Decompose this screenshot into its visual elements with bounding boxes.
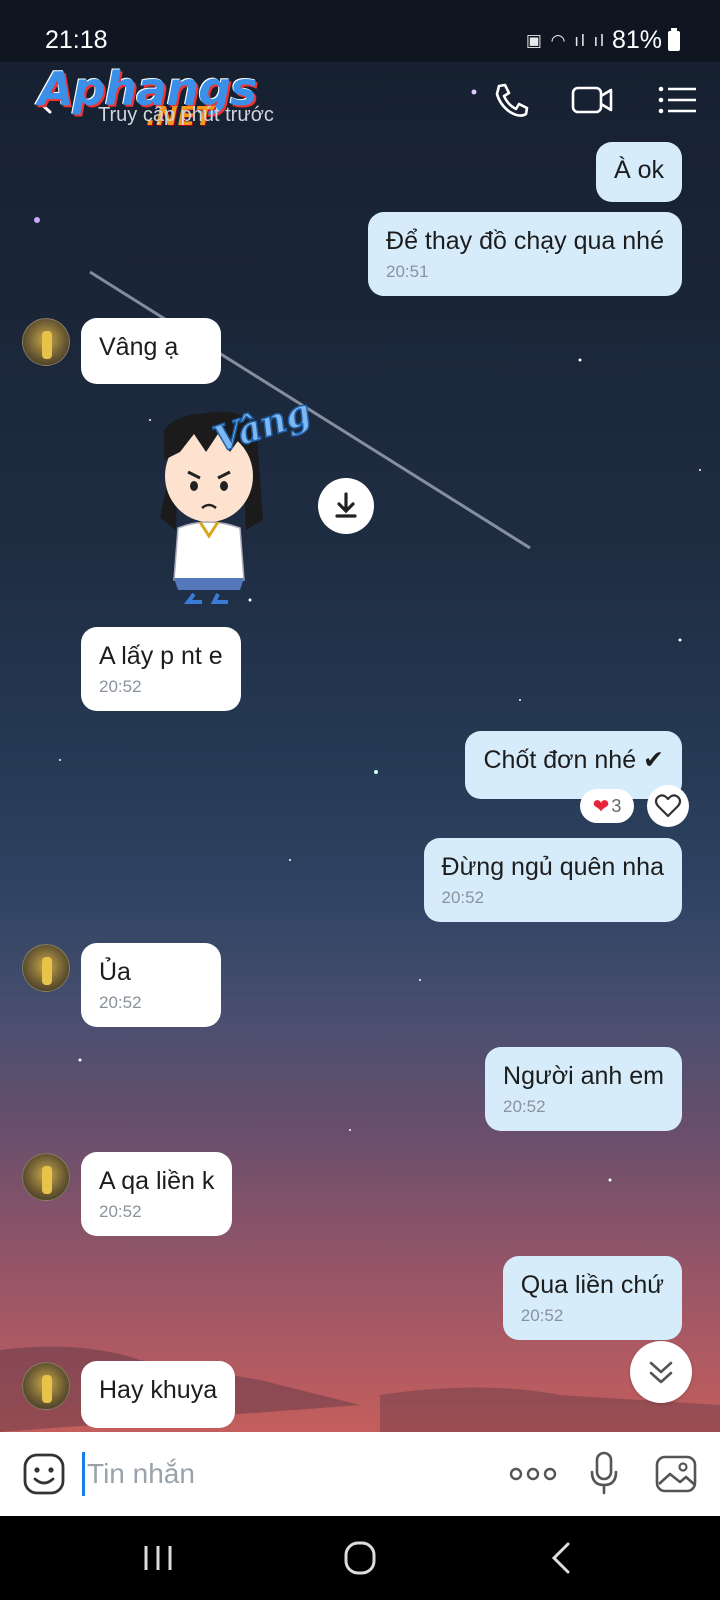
heart-reaction-icon: ❤: [592, 795, 610, 818]
status-bar: 21:18 ▣ ◠ ıl ıl 81%: [0, 0, 720, 62]
status-right: ▣ ◠ ıl ıl 81%: [526, 26, 662, 55]
message-text: Qua liền chứ: [520, 1271, 664, 1299]
menu-list-icon[interactable]: [656, 80, 700, 120]
system-navigation-bar: [0, 1516, 720, 1600]
battery-icon: [668, 28, 680, 51]
contact-avatar[interactable]: [22, 1153, 70, 1201]
message-time: 20:52: [441, 888, 485, 907]
message-time: 20:51: [386, 262, 429, 281]
message-text: Vâng ạ: [99, 333, 179, 361]
react-button[interactable]: [647, 785, 689, 827]
home-icon[interactable]: [338, 1538, 382, 1578]
sticker-caption: Vâng: [208, 391, 315, 462]
message-time: 20:52: [503, 1097, 546, 1116]
video-call-icon[interactable]: [570, 80, 614, 120]
contact-avatar[interactable]: [22, 318, 70, 366]
message-time: 20:52: [99, 677, 142, 696]
heart-outline-icon: [654, 794, 682, 818]
message-bubble-incoming[interactable]: A lấy p nt e 20:52: [81, 627, 241, 711]
message-input-bar: [0, 1432, 720, 1516]
message-bubble-incoming[interactable]: A qa liền k 20:52: [81, 1152, 233, 1236]
last-seen-subtitle: Truy cập phút trước: [98, 104, 274, 126]
message-text: Đừng ngủ quên nha: [441, 853, 664, 881]
message-bubble-incoming[interactable]: Vâng ạ: [81, 318, 221, 384]
emoji-sticker-icon[interactable]: [22, 1452, 66, 1496]
more-options-icon[interactable]: [508, 1462, 558, 1486]
download-icon: [335, 492, 357, 518]
message-bubble-outgoing[interactable]: À ok: [595, 142, 682, 202]
chat-header: Aphangs .NET Truy cập phút trước: [0, 62, 720, 134]
message-bubble-outgoing[interactable]: Đừng ngủ quên nha 20:52: [423, 838, 682, 922]
status-time: 21:18: [45, 26, 108, 54]
signal-icons: ▣ ◠ ıl ıl: [525, 30, 606, 50]
recent-apps-icon[interactable]: [136, 1538, 180, 1578]
reaction-badge[interactable]: ❤ 3: [580, 789, 634, 823]
message-text: Ủa: [99, 958, 131, 986]
phone-call-icon[interactable]: [490, 80, 534, 120]
message-text: Hay khuya: [99, 1376, 218, 1404]
double-chevron-down-icon: [649, 1361, 673, 1384]
message-text: Người anh em: [503, 1062, 664, 1090]
message-bubble-outgoing[interactable]: Qua liền chứ 20:52: [502, 1256, 682, 1340]
message-time: 20:52: [99, 1202, 142, 1221]
reaction-count: 3: [611, 795, 622, 816]
message-text: À ok: [613, 156, 664, 184]
message-time: 20:52: [520, 1306, 564, 1325]
contact-avatar[interactable]: [22, 1362, 70, 1410]
download-button[interactable]: [318, 478, 374, 534]
message-text: Để thay đồ chạy qua nhé: [386, 227, 664, 255]
scroll-to-bottom-button[interactable]: [630, 1341, 692, 1403]
message-bubble-outgoing[interactable]: Để thay đồ chạy qua nhé 20:51: [368, 212, 682, 296]
message-bubble-incoming[interactable]: Ủa 20:52: [81, 943, 221, 1027]
message-text: A qa liền k: [99, 1167, 215, 1195]
microphone-icon[interactable]: [588, 1450, 620, 1496]
message-text: Chốt đơn nhé ✔: [483, 746, 664, 774]
image-gallery-icon[interactable]: [654, 1454, 698, 1494]
message-bubble-incoming[interactable]: Hay khuya: [81, 1361, 236, 1428]
sticker-girl[interactable]: Vâng: [118, 390, 318, 614]
back-nav-icon[interactable]: [540, 1538, 584, 1578]
message-time: 20:52: [99, 993, 142, 1012]
message-input[interactable]: [82, 1452, 472, 1496]
contact-avatar[interactable]: [22, 944, 70, 992]
battery-percent: 81%: [611, 26, 662, 54]
message-bubble-outgoing[interactable]: Người anh em 20:52: [485, 1047, 682, 1131]
message-text: A lấy p nt e: [99, 642, 223, 670]
